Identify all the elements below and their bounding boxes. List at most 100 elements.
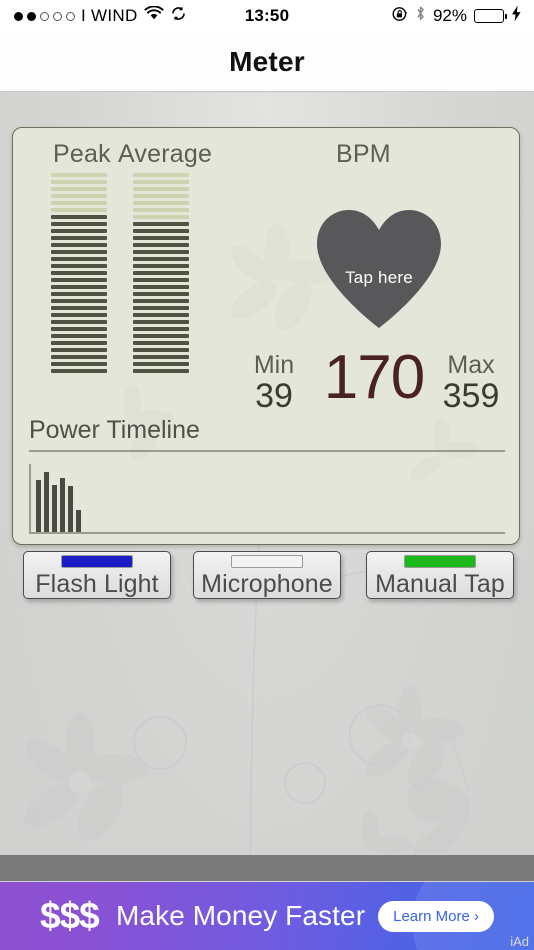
meter-segment xyxy=(51,313,107,317)
meter-segment xyxy=(133,278,189,282)
flash-light-button[interactable]: Flash Light xyxy=(23,551,171,599)
meter-segment xyxy=(133,362,189,366)
meter-segment xyxy=(133,369,189,373)
min-caption: Min xyxy=(253,351,295,379)
ad-dollars-text: $$$ xyxy=(40,895,100,936)
meter-segment xyxy=(133,285,189,289)
ad-learn-more-button[interactable]: Learn More › xyxy=(378,900,494,932)
meter-segment xyxy=(51,348,107,352)
meter-segment xyxy=(51,173,107,177)
meter-segment xyxy=(51,208,107,212)
ad-banner[interactable]: $$$ Make Money Faster Learn More › iAd xyxy=(0,882,534,950)
power-timeline-bars xyxy=(36,464,81,532)
power-timeline-bar xyxy=(76,510,81,532)
meter-segment xyxy=(51,306,107,310)
meter-segment xyxy=(51,180,107,184)
meter-segment xyxy=(51,222,107,226)
microphone-button[interactable]: Microphone xyxy=(193,551,341,599)
meter-segment xyxy=(133,180,189,184)
bluetooth-icon xyxy=(415,5,426,27)
meter-segment xyxy=(133,187,189,191)
meter-segment xyxy=(133,250,189,254)
meter-segment xyxy=(133,299,189,303)
meter-segment xyxy=(51,243,107,247)
page-title: Meter xyxy=(229,45,305,77)
meter-segment xyxy=(51,201,107,205)
average-level-meter xyxy=(133,173,189,373)
meter-segment xyxy=(51,229,107,233)
min-value: 39 xyxy=(255,377,293,416)
meter-segment xyxy=(51,299,107,303)
max-value: 359 xyxy=(442,377,500,416)
meter-segment xyxy=(133,271,189,275)
nav-bar: Meter xyxy=(0,32,534,92)
max-caption: Max xyxy=(447,351,495,379)
manual-tap-led xyxy=(404,555,476,568)
min-readout: Min 39 xyxy=(231,352,317,416)
meter-segment xyxy=(51,292,107,296)
meter-segment xyxy=(51,194,107,198)
meter-segment xyxy=(51,341,107,345)
peak-level-meter xyxy=(51,173,107,373)
meter-segment xyxy=(133,264,189,268)
heart-tap-button[interactable]: Tap here xyxy=(313,206,445,330)
status-bar: I WIND 13:50 92% xyxy=(0,0,534,32)
peak-label: Peak xyxy=(53,140,111,168)
status-bar-right: 92% xyxy=(392,0,522,32)
meter-segment xyxy=(133,306,189,310)
meter-segment xyxy=(51,362,107,366)
ad-provider-label: iAd xyxy=(510,934,529,949)
flash-light-label: Flash Light xyxy=(35,570,159,598)
meter-segment xyxy=(51,327,107,331)
mode-button-row: Flash Light Microphone Manual Tap xyxy=(0,551,534,601)
meter-segment xyxy=(133,341,189,345)
meter-segment xyxy=(51,278,107,282)
meter-segment xyxy=(133,229,189,233)
average-label: Average xyxy=(118,140,213,168)
meter-segment xyxy=(133,173,189,177)
power-timeline-rule xyxy=(29,450,505,452)
meter-segment xyxy=(51,236,107,240)
power-timeline-bar xyxy=(52,485,57,532)
heart-tap-label: Tap here xyxy=(345,268,413,287)
meter-segment xyxy=(133,313,189,317)
meter-segment xyxy=(51,250,107,254)
power-timeline-chart xyxy=(29,464,505,534)
meter-segment xyxy=(133,334,189,338)
meter-segment xyxy=(133,292,189,296)
meter-segment xyxy=(51,334,107,338)
meter-segment xyxy=(51,264,107,268)
meter-segment xyxy=(51,215,107,219)
meter-segment xyxy=(51,187,107,191)
flash-light-led xyxy=(61,555,133,568)
meter-segment xyxy=(133,327,189,331)
microphone-led xyxy=(231,555,303,568)
meter-segment xyxy=(51,285,107,289)
max-readout: Max 359 xyxy=(425,352,517,416)
meter-segment xyxy=(133,222,189,226)
ad-headline: Make Money Faster xyxy=(116,900,366,931)
bpm-value: 170 xyxy=(323,343,425,412)
meter-segment xyxy=(133,208,189,212)
rotation-lock-icon xyxy=(392,6,408,27)
power-timeline-bar xyxy=(60,478,65,532)
meter-segment xyxy=(133,201,189,205)
meter-segment xyxy=(133,355,189,359)
power-timeline-bar xyxy=(68,486,73,532)
power-timeline-title: Power Timeline xyxy=(29,416,200,444)
meter-segment xyxy=(51,355,107,359)
divider-bar xyxy=(0,855,534,881)
clock: 13:50 xyxy=(244,6,290,25)
meter-segment xyxy=(133,194,189,198)
meter-segment xyxy=(133,215,189,219)
bpm-label: BPM xyxy=(336,140,391,168)
app-root: I WIND 13:50 92% Meter Peak Average BPM … xyxy=(0,0,534,950)
battery-percent: 92% xyxy=(432,6,467,25)
meter-segment xyxy=(51,271,107,275)
manual-tap-button[interactable]: Manual Tap xyxy=(366,551,514,599)
manual-tap-label: Manual Tap xyxy=(375,570,505,598)
battery-icon xyxy=(474,9,507,23)
charging-bolt-icon xyxy=(511,5,522,27)
meter-segment xyxy=(133,320,189,324)
meter-segment xyxy=(51,369,107,373)
